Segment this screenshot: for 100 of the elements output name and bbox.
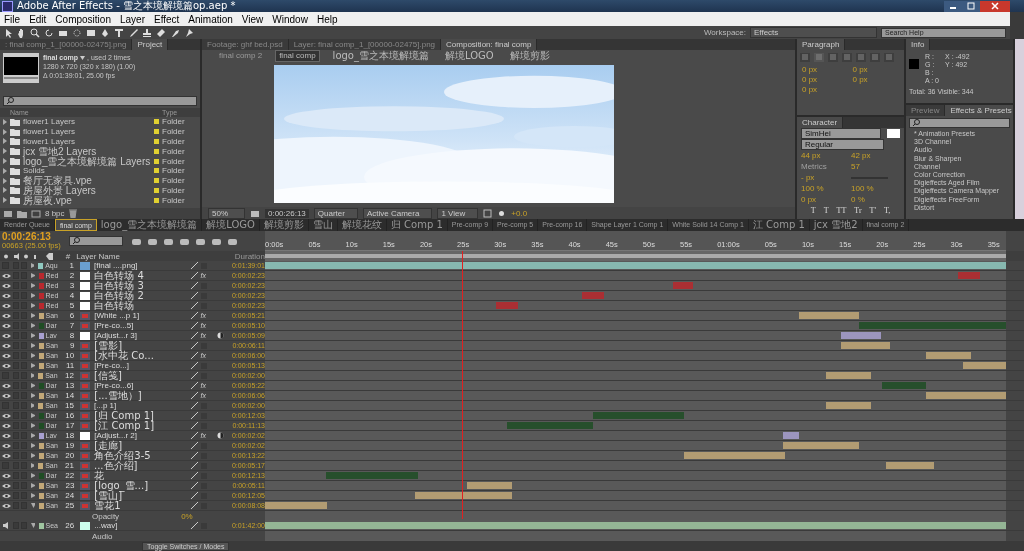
expand-arrow-icon[interactable]	[30, 293, 35, 298]
panel-tab[interactable]: Preview	[906, 105, 946, 116]
label-color-swatch[interactable]	[38, 482, 44, 489]
layer-name[interactable]: [logo_雪...]	[94, 480, 189, 491]
speaker-icon[interactable]	[2, 522, 11, 529]
expand-arrow-icon[interactable]	[30, 413, 35, 418]
label-color-swatch[interactable]	[38, 372, 44, 379]
bit-depth-button[interactable]: 8 bpc	[45, 209, 65, 218]
project-item-name[interactable]: flower1 Layers	[23, 137, 151, 146]
layer-name[interactable]: [水中花 Co...	[94, 350, 189, 361]
rectangle-icon[interactable]	[86, 27, 96, 38]
expand-arrow-icon[interactable]	[30, 343, 35, 348]
layer-name[interactable]: 白色转场 3	[94, 280, 189, 291]
layer-name[interactable]: ...色介绍]	[94, 460, 189, 471]
expand-arrow-icon[interactable]	[30, 443, 35, 448]
expand-arrow-icon[interactable]	[30, 283, 35, 288]
layer-duration-bar[interactable]	[841, 332, 882, 339]
exposure-value[interactable]: +0.0	[511, 208, 528, 218]
resolution-dropdown[interactable]: Quarter	[313, 207, 358, 219]
stamp-icon[interactable]	[142, 27, 152, 38]
label-color-swatch[interactable]	[38, 262, 44, 269]
snapshot-icon[interactable]	[250, 209, 260, 217]
trash-icon[interactable]	[68, 209, 77, 218]
layer-duration-bar[interactable]	[885, 462, 935, 469]
layer-name[interactable]: [...p 1]	[94, 400, 189, 411]
caret-icon[interactable]	[80, 55, 85, 60]
workspace-dropdown[interactable]: Effects	[750, 27, 877, 38]
viewer-tab[interactable]: Composition: final comp	[441, 39, 538, 50]
selection-arrow-icon[interactable]	[4, 27, 13, 38]
layer-name[interactable]: [Adjust...r 3]	[94, 330, 189, 341]
horizontal-scale-field[interactable]: 100 %	[851, 184, 895, 193]
label-color-swatch[interactable]	[38, 332, 44, 339]
puppet-pin-icon[interactable]	[184, 27, 194, 38]
expand-arrow-icon[interactable]	[30, 333, 35, 338]
expand-arrow-icon[interactable]	[30, 363, 35, 368]
current-time-display[interactable]: 0:00:26:13	[2, 232, 61, 241]
timeline-switch-icon[interactable]	[146, 236, 158, 246]
label-color-swatch[interactable]	[38, 472, 44, 479]
menu-item[interactable]: Edit	[29, 13, 47, 25]
layer-name[interactable]: 雪花1	[94, 500, 189, 511]
property-name[interactable]: Audio	[92, 531, 113, 541]
project-item-name[interactable]: 餐厅无家具.vpe	[23, 176, 151, 186]
expand-arrow-icon[interactable]	[30, 473, 35, 478]
expand-arrow-icon[interactable]	[30, 273, 35, 278]
indent-field[interactable]: 0 px	[802, 65, 849, 74]
leading-field[interactable]: 42 px	[851, 151, 895, 160]
layer-name[interactable]: [Pre-co...]	[94, 360, 189, 371]
eye-icon[interactable]	[2, 362, 11, 369]
timeline-switch-icon[interactable]	[130, 236, 142, 246]
text-style-button[interactable]: T,	[883, 206, 891, 215]
adjustment-layer-icon[interactable]	[217, 432, 225, 439]
timeline-switch-icon[interactable]	[162, 236, 174, 246]
panel-tab[interactable]: : final comp_1_[00000-02475].png	[0, 39, 133, 50]
project-item-name[interactable]: 房屋夜.vpe	[23, 195, 151, 205]
layer-name[interactable]: 白色转场 4	[94, 270, 189, 281]
expand-arrow-icon[interactable]	[30, 263, 35, 268]
layer-name[interactable]: [江 Comp 1]	[94, 420, 189, 431]
eye-icon[interactable]	[2, 302, 11, 309]
label-color-swatch[interactable]	[38, 522, 44, 529]
layer-name[interactable]: [归 Comp 1]	[94, 410, 189, 421]
label-color-swatch[interactable]	[38, 392, 44, 399]
expand-arrow-icon[interactable]	[30, 393, 35, 398]
eye-icon[interactable]	[2, 492, 11, 499]
layer-name[interactable]: [White ...p 1]	[94, 310, 189, 321]
adjustment-layer-icon[interactable]	[217, 332, 225, 339]
eye-icon[interactable]	[2, 342, 11, 349]
label-color-swatch[interactable]	[38, 382, 44, 389]
label-color-swatch[interactable]	[38, 442, 44, 449]
label-color-swatch[interactable]	[38, 292, 44, 299]
eye-icon[interactable]	[2, 432, 11, 439]
roto-brush-icon[interactable]	[170, 27, 180, 38]
eraser-icon[interactable]	[156, 27, 166, 38]
layer-name[interactable]: ...wav]	[94, 520, 189, 531]
tsume-field[interactable]: 0 %	[851, 195, 895, 204]
pen-icon[interactable]	[100, 27, 110, 38]
panel-tab[interactable]: Character	[797, 117, 844, 128]
label-color-swatch[interactable]	[38, 452, 44, 459]
layer-duration-bar[interactable]	[782, 432, 799, 439]
eye-icon[interactable]	[2, 332, 11, 339]
zoom-icon[interactable]	[30, 27, 40, 38]
label-color-swatch[interactable]	[38, 492, 44, 499]
indent-field[interactable]: 0 px	[852, 75, 899, 84]
expand-arrow-icon[interactable]	[30, 463, 35, 468]
view-layout-dropdown[interactable]: 1 View	[437, 207, 479, 219]
eye-icon[interactable]	[2, 472, 11, 479]
project-item-name[interactable]: flower1 Layers	[23, 117, 151, 127]
label-color-swatch[interactable]	[38, 302, 44, 309]
brush-icon[interactable]	[128, 27, 138, 38]
layer-name[interactable]: [Pre-co...5]	[94, 320, 189, 331]
tracking-field[interactable]: 57	[851, 162, 895, 171]
font-style-dropdown[interactable]: Regular	[801, 139, 884, 150]
expand-arrow-icon[interactable]	[30, 313, 35, 318]
expand-arrow-icon[interactable]	[30, 373, 35, 378]
comp-breadcrumb[interactable]: 解境LOGO	[442, 50, 497, 61]
project-item-name[interactable]: logo_雪之本境解境篇 Layers	[23, 156, 151, 166]
layer-name[interactable]: [信笺]	[94, 370, 189, 381]
layer-name[interactable]: [...雪地）]	[94, 390, 189, 401]
eye-icon[interactable]	[2, 292, 11, 299]
label-color-swatch[interactable]	[38, 272, 44, 279]
indent-field[interactable]: 0 px	[852, 65, 899, 74]
